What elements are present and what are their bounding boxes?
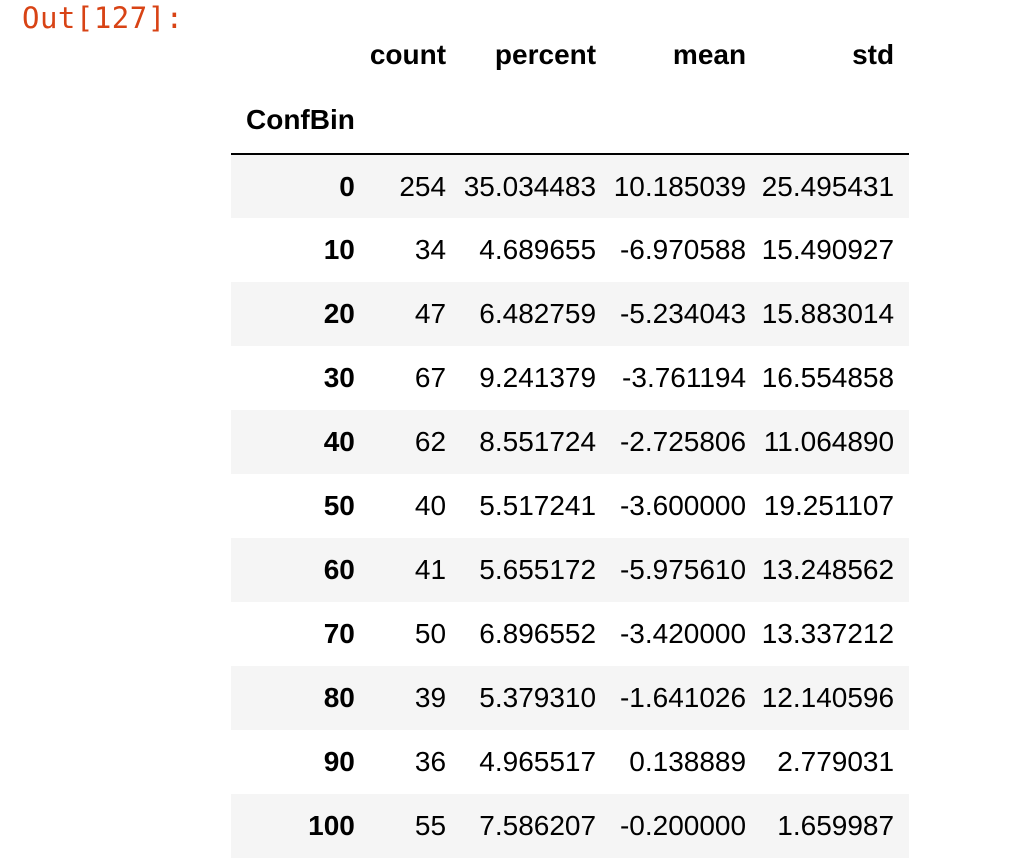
table-row: 0 254 35.034483 10.185039 25.495431 — [231, 154, 910, 218]
cell-mean: -3.420000 — [619, 618, 747, 649]
row-index-cell: 80 — [323, 682, 355, 713]
row-index-cell: 0 — [339, 170, 355, 202]
table-row: 100 55 7.586207 -0.200000 1.659987 — [231, 794, 910, 858]
cell-std: 13.337212 — [761, 618, 895, 649]
table-body: 0 254 35.034483 10.185039 25.495431 10 34 4.689… — [231, 154, 910, 858]
cell-mean: -0.200000 — [619, 810, 747, 841]
column-header-row: count percent mean std — [231, 23, 909, 86]
cell-mean: -1.641026 — [619, 682, 747, 713]
table-row: 40 62 8.551724 -2.725806 11.064890 — [231, 410, 910, 474]
table-row: 70 50 6.896552 -3.420000 13.337212 — [231, 602, 909, 666]
cell-mean: -5.234043 — [619, 298, 747, 329]
cell-std: 19.251107 — [763, 490, 895, 521]
cell-count: 39 — [414, 682, 447, 713]
cell-std: 25.495431 — [761, 170, 895, 202]
cell-count: 62 — [414, 426, 447, 457]
cell-std: 1.659987 — [777, 810, 895, 841]
cell-mean: -5.975610 — [619, 554, 747, 585]
cell-count: 41 — [414, 554, 447, 585]
output-prompt: Out[127]: — [22, 1, 184, 35]
row-index-cell: 30 — [323, 362, 355, 393]
cell-mean: -6.970588 — [619, 234, 747, 265]
cell-percent: 9.241379 — [479, 362, 597, 393]
dataframe-table: count percent mean std ConfBin 0 254 35.03… — [231, 23, 910, 858]
cell-std: 15.883014 — [761, 298, 895, 329]
column-header-mean: mean — [672, 38, 747, 70]
column-header-percent: percent — [494, 38, 597, 70]
table-row: 90 36 4.965517 0.138889 2.779031 — [231, 730, 909, 794]
cell-percent: 5.517241 — [479, 490, 597, 521]
cell-count: 55 — [414, 810, 447, 841]
index-name-label: ConfBin — [231, 86, 370, 155]
column-header-std: std — [852, 38, 895, 70]
cell-percent: 5.655172 — [479, 554, 597, 585]
cell-mean: -2.725806 — [619, 426, 747, 457]
column-header-count: count — [369, 38, 447, 70]
cell-mean: -3.600000 — [619, 490, 747, 521]
index-header-blank — [231, 23, 370, 86]
cell-percent: 8.551724 — [479, 426, 597, 457]
row-index-cell: 90 — [323, 746, 355, 777]
cell-std: 16.554858 — [761, 362, 895, 393]
cell-percent: 4.689655 — [479, 234, 597, 265]
cell-std: 12.140596 — [761, 682, 895, 713]
cell-percent: 7.586207 — [479, 810, 597, 841]
cell-percent: 4.965517 — [479, 746, 597, 777]
cell-percent: 6.896552 — [479, 618, 597, 649]
table-row: 30 67 9.241379 -3.761194 16.554858 — [231, 346, 909, 410]
index-name-row: ConfBin — [231, 86, 910, 155]
row-index-cell: 40 — [323, 426, 355, 457]
cell-percent: 6.482759 — [479, 298, 597, 329]
cell-std: 13.248562 — [761, 554, 895, 585]
cell-mean: -3.761194 — [622, 362, 747, 393]
cell-count: 40 — [414, 490, 447, 521]
cell-percent: 35.034483 — [463, 170, 597, 202]
cell-count: 34 — [414, 234, 447, 265]
row-index-cell: 100 — [308, 810, 355, 841]
table-row: 50 40 5.517241 -3.600000 19.251107 — [231, 474, 909, 538]
table-row: 80 39 5.379310 -1.641026 12.140596 — [231, 666, 910, 730]
cell-mean: 0.138889 — [629, 746, 747, 777]
row-index-cell: 50 — [323, 490, 355, 521]
cell-count: 254 — [399, 170, 447, 202]
cell-std: 11.064890 — [763, 426, 895, 457]
row-index-cell: 10 — [323, 234, 355, 265]
table-row: 20 47 6.482759 -5.234043 15.883014 — [231, 282, 910, 346]
cell-mean: 10.185039 — [613, 170, 747, 202]
table-row: 60 41 5.655172 -5.975610 13.248562 — [231, 538, 910, 602]
row-index-cell: 70 — [323, 618, 355, 649]
cell-count: 36 — [414, 746, 447, 777]
table-row: 10 34 4.689655 -6.970588 15.490927 — [231, 218, 909, 282]
cell-count: 50 — [414, 618, 447, 649]
cell-count: 67 — [414, 362, 447, 393]
cell-count: 47 — [414, 298, 447, 329]
row-index-cell: 60 — [323, 554, 355, 585]
cell-std: 15.490927 — [761, 234, 895, 265]
row-index-cell: 20 — [323, 298, 355, 329]
cell-percent: 5.379310 — [479, 682, 597, 713]
cell-std: 2.779031 — [777, 746, 895, 777]
